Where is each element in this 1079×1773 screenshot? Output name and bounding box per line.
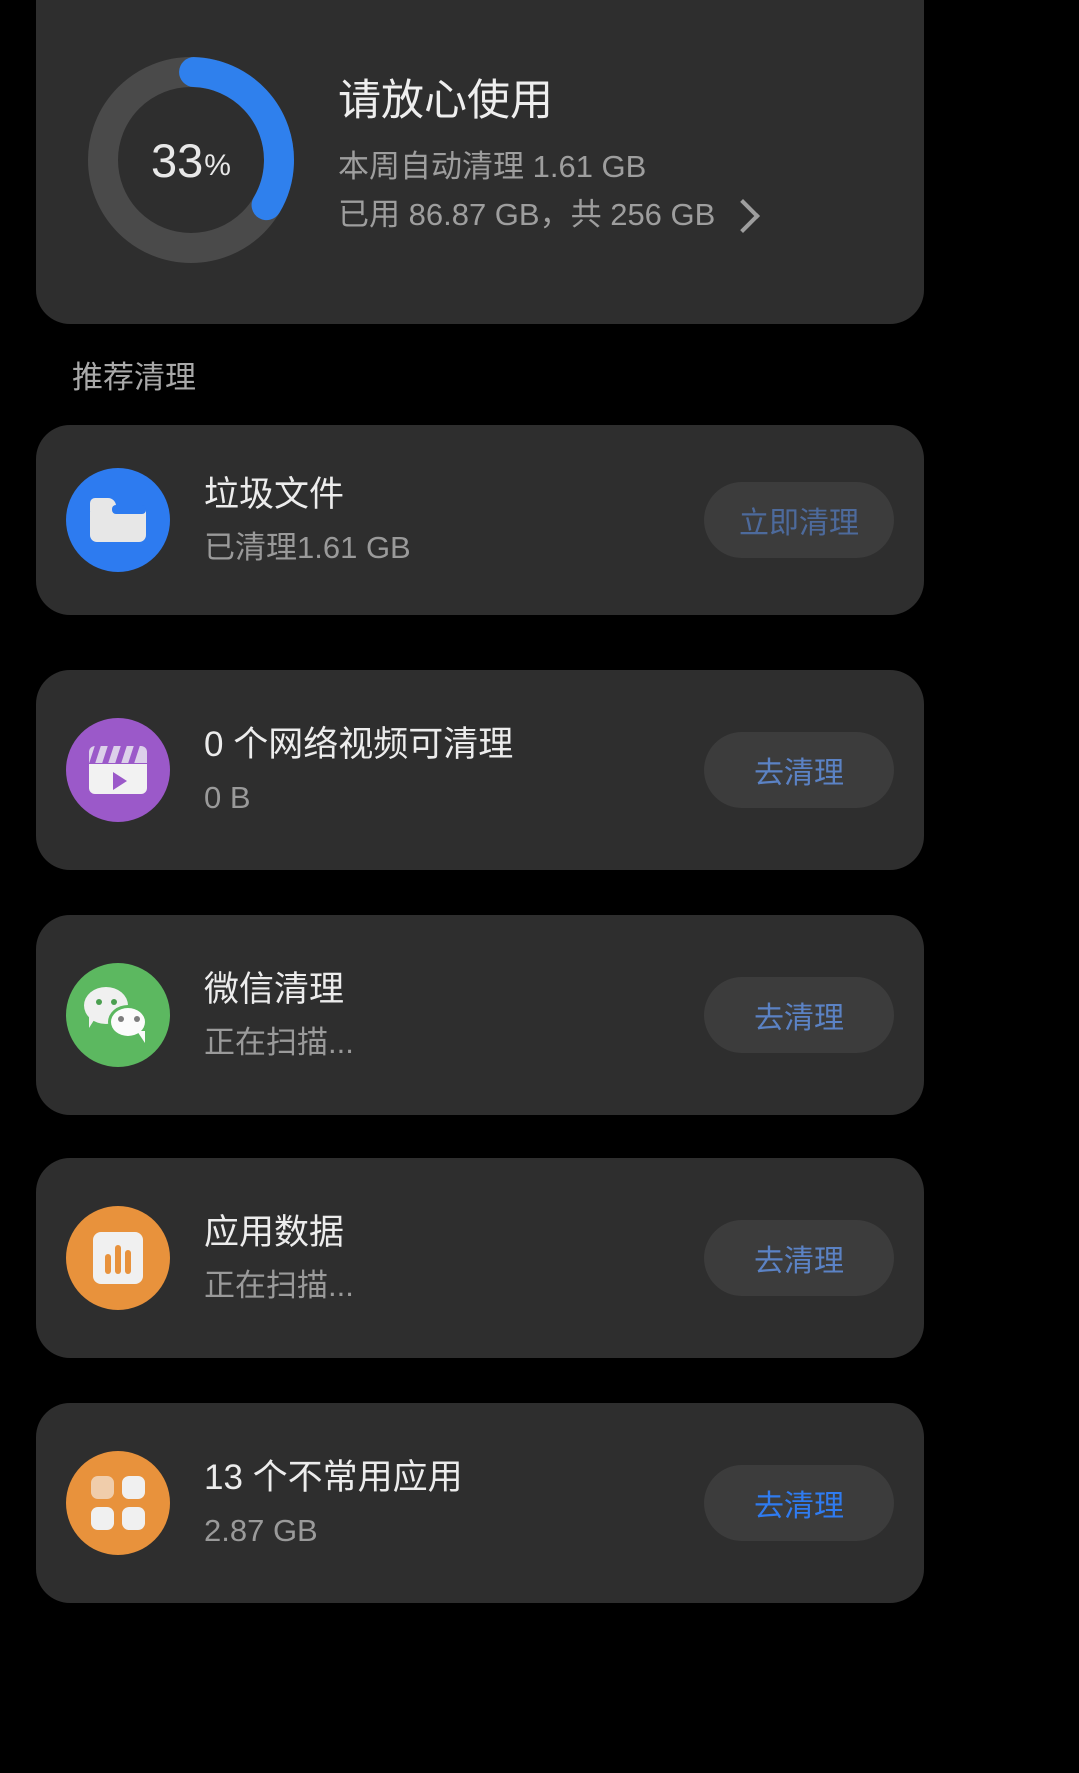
rec-text-block: 13 个不常用应用 2.87 GB: [204, 1457, 704, 1549]
rec-item-subtitle: 正在扫描...: [204, 1024, 354, 1060]
section-header-recommended: 推荐清理: [72, 360, 196, 395]
rec-text-block: 垃圾文件 已清理1.61 GB: [204, 474, 704, 566]
go-clean-button[interactable]: 去清理: [704, 1220, 894, 1296]
go-clean-button[interactable]: 去清理: [704, 732, 894, 808]
video-icon: [66, 718, 170, 822]
rec-text-block: 微信清理 正在扫描...: [204, 969, 704, 1061]
rec-item-subtitle: 2.87 GB: [204, 1512, 318, 1548]
app-data-chart-icon: [66, 1206, 170, 1310]
storage-text-block: 请放心使用 本周自动清理 1.61 GB 已用 86.87 GB，共 256 G…: [338, 77, 924, 240]
rec-item-title: 应用数据: [204, 1212, 345, 1252]
rec-card-online-videos[interactable]: 0 个网络视频可清理 0 B 去清理: [36, 670, 924, 870]
storage-usage-row: 已用 86.87 GB，共 256 GB: [338, 191, 924, 239]
go-clean-button[interactable]: 去清理: [704, 977, 894, 1053]
folder-icon: [66, 468, 170, 572]
chevron-right-icon[interactable]: [726, 199, 761, 234]
wechat-icon: [66, 963, 170, 1067]
rec-text-block: 应用数据 正在扫描...: [204, 1212, 704, 1304]
storage-percent-sign: %: [204, 149, 231, 182]
storage-cleaner-screen: 33% 请放心使用 本周自动清理 1.61 GB 已用 86.87 GB，共 2…: [0, 0, 1079, 1773]
storage-summary-card[interactable]: 33% 请放心使用 本周自动清理 1.61 GB 已用 86.87 GB，共 2…: [36, 0, 924, 324]
storage-percent-number: 33: [151, 133, 204, 187]
rec-card-unused-apps[interactable]: 13 个不常用应用 2.87 GB 去清理: [36, 1403, 924, 1603]
storage-usage-line: 已用 86.87 GB，共 256 GB: [338, 197, 716, 233]
storage-progress-ring: 33%: [80, 49, 302, 271]
storage-percent-label: 33%: [80, 49, 302, 271]
rec-card-app-data[interactable]: 应用数据 正在扫描... 去清理: [36, 1158, 924, 1358]
rec-item-subtitle: 正在扫描...: [204, 1267, 354, 1303]
rec-item-title: 0 个网络视频可清理: [204, 724, 514, 764]
unused-apps-icon: [66, 1451, 170, 1555]
storage-title: 请放心使用: [338, 76, 553, 125]
go-clean-button[interactable]: 去清理: [704, 1465, 894, 1541]
rec-item-title: 垃圾文件: [204, 474, 345, 514]
rec-text-block: 0 个网络视频可清理 0 B: [204, 724, 704, 816]
rec-item-title: 13 个不常用应用: [204, 1457, 463, 1497]
rec-card-junk-files[interactable]: 垃圾文件 已清理1.61 GB 立即清理: [36, 425, 924, 615]
storage-auto-clean-line: 本周自动清理 1.61 GB: [338, 149, 647, 185]
rec-item-subtitle: 已清理1.61 GB: [204, 529, 411, 565]
rec-item-title: 微信清理: [204, 969, 345, 1009]
rec-item-subtitle: 0 B: [204, 779, 251, 815]
rec-card-wechat-clean[interactable]: 微信清理 正在扫描... 去清理: [36, 915, 924, 1115]
clean-now-button[interactable]: 立即清理: [704, 482, 894, 558]
